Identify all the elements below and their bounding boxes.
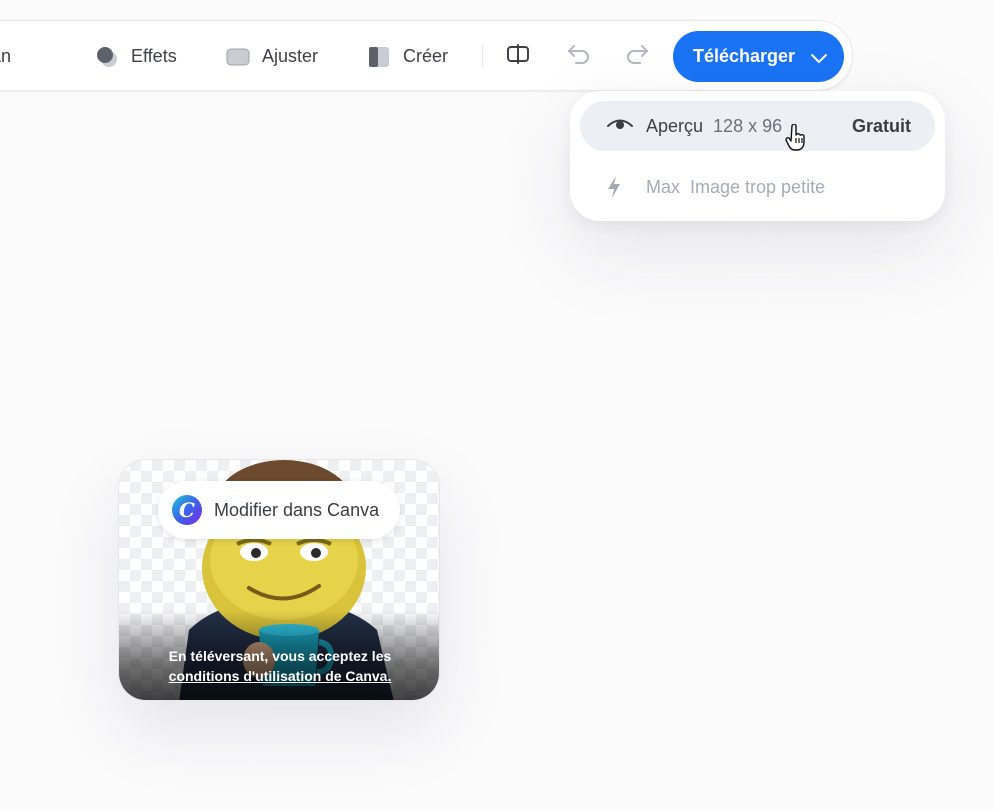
download-option-preview[interactable]: Aperçu 128 x 96 Gratuit [580, 101, 935, 151]
download-button[interactable]: Télécharger [673, 31, 844, 82]
undo-button[interactable] [564, 41, 594, 71]
hand-cursor-icon [785, 123, 807, 152]
lightning-icon [606, 176, 636, 198]
download-option-max: Max Image trop petite [580, 162, 935, 212]
download-menu: Aperçu 128 x 96 Gratuit Max Image trop p… [570, 91, 945, 221]
edit-in-canva-label: Modifier dans Canva [214, 499, 380, 520]
toolbar-item-label: e-plan [0, 46, 12, 66]
chevron-down-icon [810, 49, 828, 70]
editor-toolbar: e-plan Effets Ajuster Créer [0, 20, 853, 91]
terms-link[interactable]: conditions d'utilisation de Canva. [169, 668, 392, 684]
undo-icon [566, 42, 592, 71]
image-preview-card: C Modifier dans Canva En téléversant, vo… [118, 459, 440, 701]
terms-notice: En téléversant, vous acceptez les condit… [119, 610, 439, 700]
toolbar-divider [482, 45, 483, 67]
edit-in-canva-button[interactable]: C Modifier dans Canva [158, 481, 400, 539]
compare-icon [506, 42, 530, 71]
create-icon [367, 45, 391, 69]
toolbar-item-label: Ajuster [262, 46, 319, 66]
redo-button[interactable] [622, 41, 652, 71]
price-badge: Gratuit [851, 115, 911, 136]
compare-button[interactable] [503, 41, 533, 71]
eye-icon [606, 115, 636, 137]
download-option-detail: 128 x 96 [713, 115, 783, 136]
terms-text: En téléversant, vous acceptez les [168, 648, 392, 664]
canva-logo-icon: C [172, 495, 202, 525]
download-option-detail: Image trop petite [690, 176, 826, 197]
toolbar-item-create[interactable]: Créer [367, 21, 448, 92]
toolbar-item-adjust[interactable]: Ajuster [226, 21, 318, 92]
toolbar-item-effects[interactable]: Effets [95, 21, 177, 92]
effects-icon [95, 45, 119, 69]
redo-icon [624, 42, 650, 71]
download-button-label: Télécharger [693, 46, 796, 66]
download-option-label: Aperçu [646, 115, 704, 136]
toolbar-item-foreground[interactable]: e-plan [0, 21, 11, 92]
download-option-label: Max [646, 176, 681, 197]
toolbar-item-label: Créer [403, 46, 449, 66]
toolbar-item-label: Effets [131, 46, 177, 66]
terms-link-wrapper: conditions d'utilisation de Canva. [119, 668, 439, 684]
adjust-icon [226, 45, 250, 69]
